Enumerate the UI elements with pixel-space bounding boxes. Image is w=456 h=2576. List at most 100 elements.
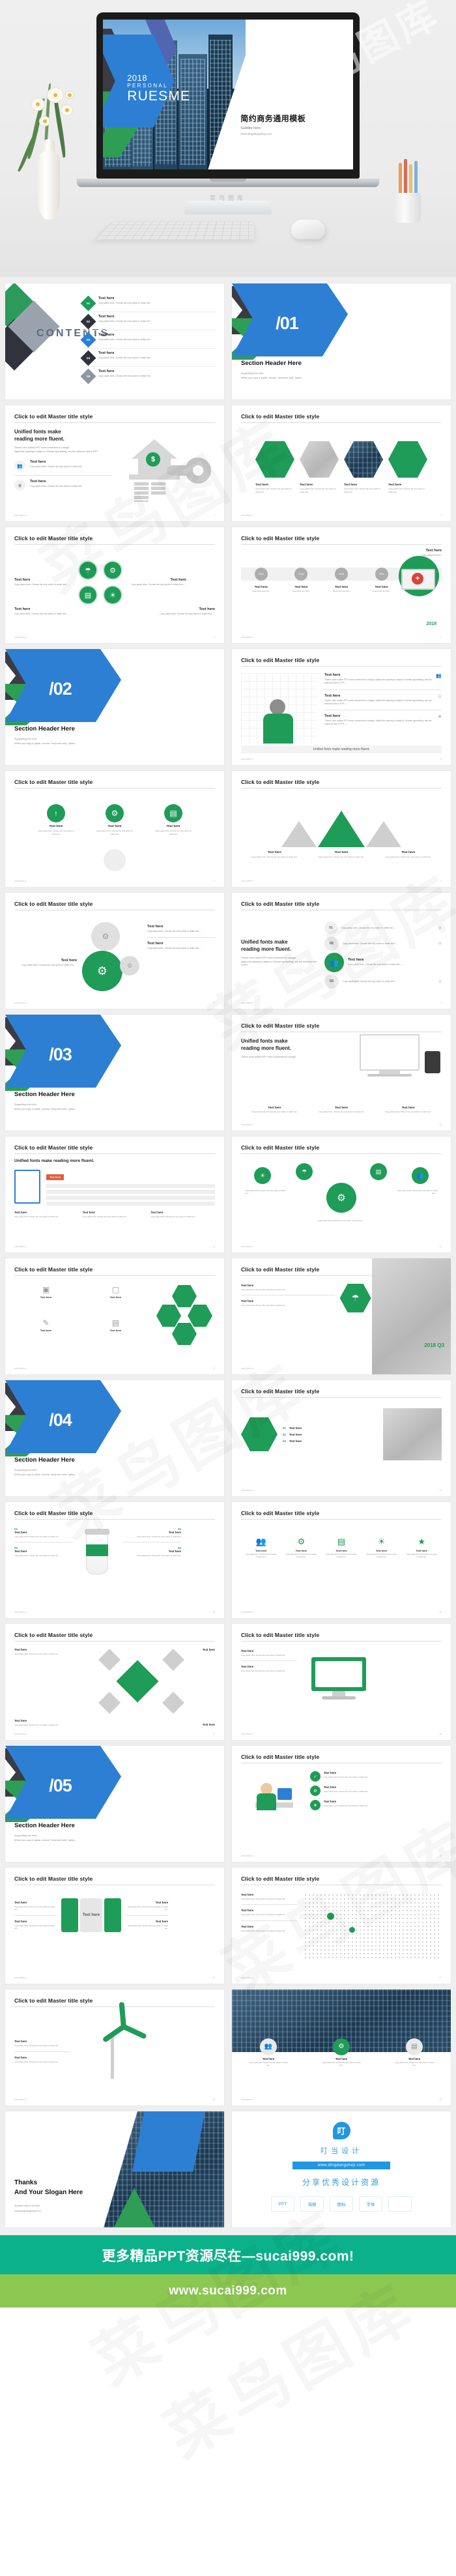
slide-section-03[interactable]: /03 Section Header Here Supporting text … [5,1015,224,1131]
slide-four-circles[interactable]: Click to edit Master title style Text he… [5,527,224,643]
timeline-node[interactable]: 2013 [254,568,268,581]
slide-puzzle[interactable]: Click to edit Master title style Text he… [5,1868,224,1984]
slide-thanks[interactable]: Thanks And Your Slogan Here Speaker name… [5,2111,224,2227]
list-item[interactable]: 02 Text here [283,1433,378,1436]
thanks-line-2: And Your Slogan Here [14,2188,83,2196]
globe-icon[interactable]: ☀ [103,585,122,605]
slide-photo-icons[interactable]: 👥 Text here Copy paste fonts. Choose the… [232,1990,451,2106]
gear-icon[interactable]: ⚙ [103,560,122,580]
slide-person-icons[interactable]: Click to edit Master title style Text he… [232,649,451,765]
chip-font[interactable]: 字体 [359,2196,382,2212]
triangle-gray[interactable] [281,821,317,847]
icon-cell[interactable]: 👥 Text here Copy paste fonts. Choose the o… [246,1537,277,1559]
slide-section-02[interactable]: /02 Section Header Here Supporting text … [5,649,224,765]
hex-photo[interactable] [300,441,339,478]
brand-url-button[interactable]: www.dingdangsheji.com [292,2162,390,2169]
icon-cell[interactable]: ⚙ Text here Copy paste fonts. Choose the o… [285,1537,317,1559]
triangle-gray[interactable] [366,821,401,847]
section-sub2: When you copy & paste, choose "keep text… [14,1473,76,1477]
list-item[interactable]: 01 Text here Copy paste fonts. Choose the… [80,294,216,312]
hub-node-icon[interactable]: 👥 [412,1167,429,1184]
icon-cell[interactable]: 👥 Text here Copy paste fonts. Choose the… [248,2038,289,2068]
slide-section-05[interactable]: /05 Section Header Here Supporting text … [5,1746,224,1862]
feature-row[interactable]: Text here Theme color makes PPT more conv… [324,694,442,706]
icon-cell[interactable]: ☀ Text here Copy paste fonts. Choose the o… [366,1537,397,1559]
page-number: 10 [439,1123,442,1126]
slide-section-01[interactable]: /01 Section Header Here Supporting text … [232,283,451,399]
slide-windmill[interactable]: Click to edit Master title style Text he… [5,1990,224,2106]
timeline-node[interactable]: 2015 [334,568,348,581]
slide-gears[interactable]: Click to edit Master title style ⚙ ⚙ ⚙ T… [5,893,224,1009]
icon-cell[interactable]: ⚙ Text here Copy paste fonts. Choose the… [321,2038,362,2068]
chip-icon[interactable]: 图标 [330,2196,353,2212]
icon-cell[interactable]: ▤ Text here Copy paste fonts. Choose the o… [326,1537,357,1559]
promo-banner-primary[interactable]: 更多精品PPT资源尽在—sucai999.com! [0,2235,456,2274]
list-item[interactable]: 02 Text here Copy paste fonts. Choose the… [80,312,216,330]
slide-key-house[interactable]: Click to edit Master title style Unified… [5,405,224,521]
list-item[interactable]: 02 Copy paste fonts. Choose the only opt… [324,936,442,951]
hex-icon[interactable]: ☂ [339,1284,371,1312]
slide-five-icons[interactable]: Click to edit Master title style 👥 Text h… [232,1502,451,1618]
feature-row[interactable]: Text here Theme color makes PPT more conv… [324,673,442,686]
chart-icon[interactable]: ▤ [164,804,182,822]
list-item[interactable]: 03 Text here [283,1440,378,1443]
slide-bulb[interactable]: Click to edit Master title style ↑ Text … [5,771,224,887]
icon-cell[interactable]: ▤ Text here [84,1318,147,1345]
feature-row[interactable]: ◉ Text here Copy paste fonts. Choose the … [14,480,112,491]
slide-diamond-cluster[interactable]: Click to edit Master title style Text he… [5,1624,224,1740]
slide-numbered-list[interactable]: Click to edit Master title style Unified… [232,893,451,1009]
list-item[interactable]: 01 Copy paste fonts. Choose the only opt… [324,921,442,934]
slide-coffee[interactable]: Click to edit Master title style 01 Text… [5,1502,224,1618]
list-item[interactable]: 03 Copy paste fonts. Choose the only opt… [324,974,442,989]
hub-node-icon[interactable]: ☀ [254,1167,271,1184]
slide-icon-quad[interactable]: Click to edit Master title style ▣ Text h… [5,1258,224,1374]
slide-promo[interactable]: 叮 叮当设计 www.dingdangsheji.com 分享优秀设计资源 PP… [232,2111,451,2227]
list-item[interactable]: 05 Text here Copy paste fonts. Choose the… [80,367,216,384]
triangle-green[interactable] [318,811,365,847]
hex-green[interactable] [241,1417,278,1451]
slide-map[interactable]: Click to edit Master title style Text he… [232,1868,451,1984]
slide-section-04[interactable]: /04 Section Header Here Supporting text … [5,1380,224,1496]
timeline-node[interactable]: 2016 [375,568,388,581]
slide-contents[interactable]: CONTENTS 01 Text here Copy paste fonts. C… [5,283,224,399]
icon-cell[interactable]: ▣ Text here [14,1285,78,1312]
icon-cell[interactable]: ★ Text here Copy paste fonts. Choose the o… [406,1537,437,1559]
feature-title: Text here [199,607,215,611]
chart-icon[interactable]: ▤ [78,585,98,605]
list-item[interactable]: 03 Text here Copy paste fonts. Choose the… [80,330,216,349]
hub-node-icon[interactable]: ☂ [296,1163,313,1180]
slide-triangles[interactable]: Click to edit Master title style Text he… [232,771,451,887]
hex-photo[interactable] [344,441,383,478]
list-item[interactable]: ⚙ Text here Copy paste fonts. Choose the … [310,1786,442,1796]
slide-hex-numbered[interactable]: Click to edit Master title style 01 Text… [232,1380,451,1496]
slide-person-desk[interactable]: Click to edit Master title style ✓ Text … [232,1746,451,1862]
list-item[interactable]: ✓ Text here Copy paste fonts. Choose the … [310,1771,442,1782]
slide-devices[interactable]: Click to edit Master title style Unified… [232,1015,451,1131]
arrow-up-icon[interactable]: ↑ [47,804,65,822]
slide-photo-quarter[interactable]: Click to edit Master title style Text he… [232,1258,451,1374]
chip-more[interactable]: ··· [388,2196,412,2212]
chip-ppt[interactable]: PPT [271,2196,294,2212]
list-item-active[interactable]: 👥 Text here Copy paste fonts. Choose the … [324,953,442,972]
slide-clipboard[interactable]: Click to edit Master title style Unified… [5,1136,224,1252]
slide-hub[interactable]: Click to edit Master title style ⚙ ☀ ☂ ▤… [232,1136,451,1252]
hub-node-icon[interactable]: ▤ [370,1163,387,1180]
slide-timeline[interactable]: Click to edit Master title style Text he… [232,527,451,643]
slide-monitor[interactable]: Click to edit Master title style Text he… [232,1624,451,1740]
chip-poster[interactable]: 海报 [300,2196,324,2212]
hex-green[interactable] [388,441,427,478]
icon-cell[interactable]: ▤ Text here Copy paste fonts. Choose the… [394,2038,435,2068]
feature-row[interactable]: 👥 Text here Copy paste fonts. Choose the … [14,460,112,472]
promo-banner-secondary[interactable]: www.sucai999.com [0,2274,456,2308]
icon-cell[interactable]: ▢ Text here [84,1285,147,1312]
person-icon[interactable]: ☂ [78,560,98,580]
list-item[interactable]: ★ Text here Copy paste fonts. Choose the … [310,1800,442,1810]
hex-green[interactable] [255,441,294,478]
timeline-node[interactable]: 2014 [294,568,308,581]
gear-icon[interactable]: ⚙ [106,804,124,822]
feature-row[interactable]: Text here Theme color makes PPT more conv… [324,714,442,727]
list-item[interactable]: 04 Text here Copy paste fonts. Choose the… [80,349,216,367]
list-item[interactable]: 01 Text here [283,1426,378,1430]
icon-cell[interactable]: ✎ Text here [14,1318,78,1345]
slide-hex-gallery[interactable]: Click to edit Master title style Text he… [232,405,451,521]
